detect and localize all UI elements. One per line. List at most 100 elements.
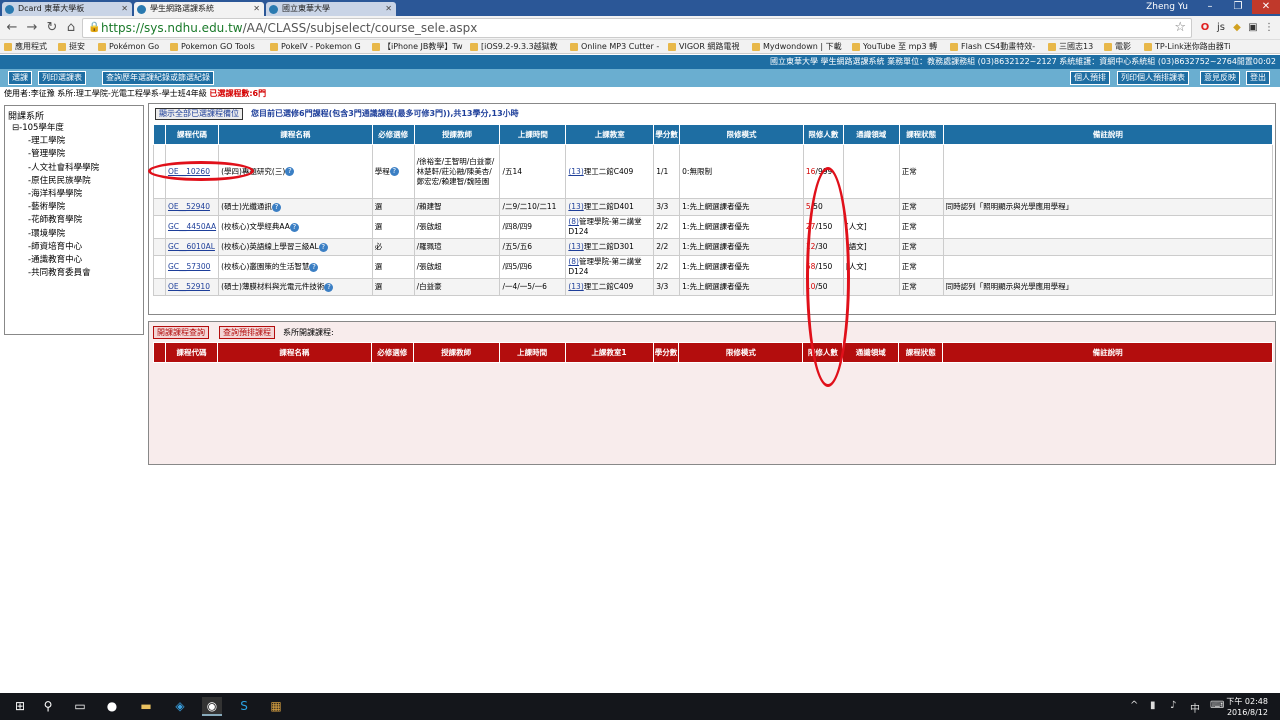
bookmark-item[interactable]: 【iPhone JB教學】Tw: [372, 41, 463, 53]
search-icon[interactable]: ⚲: [38, 697, 58, 716]
tab-ndhu[interactable]: 國立東華大學 ✕: [266, 2, 396, 16]
bookmark-item[interactable]: PokeIV - Pokemon G: [270, 41, 361, 53]
tree-item[interactable]: -師資培育中心: [8, 241, 140, 254]
bookmark-item[interactable]: YouTube 至 mp3 轉: [852, 41, 937, 53]
tree-root[interactable]: 開課系所: [8, 109, 140, 122]
course-code-link[interactable]: GC__4450AA: [168, 222, 216, 231]
opera-extension-icon[interactable]: O: [1198, 21, 1212, 35]
print-preschedule-button[interactable]: 列印個人預排課表: [1117, 71, 1189, 85]
bookmark-item[interactable]: Pokémon Go: [98, 41, 159, 53]
js-extension-icon[interactable]: js: [1214, 21, 1228, 35]
close-tab-icon[interactable]: ✕: [121, 2, 128, 16]
clock[interactable]: 下午 02:48 2016/8/12: [1226, 696, 1268, 718]
select-course-button[interactable]: 選課: [8, 71, 32, 85]
room-link[interactable]: (13): [568, 202, 583, 211]
bookmark-star-icon[interactable]: ☆: [1174, 20, 1186, 35]
tree-item[interactable]: -原住民民族學院: [8, 175, 140, 188]
info-icon[interactable]: ?: [389, 167, 399, 176]
bookmark-item[interactable]: Mydwondown | 下載: [752, 41, 842, 53]
back-icon[interactable]: ←: [4, 20, 20, 36]
game-icon[interactable]: ▦: [266, 697, 286, 716]
chrome-icon[interactable]: ◉: [202, 697, 222, 716]
tree-item[interactable]: -通識教育中心: [8, 254, 140, 267]
extension-icon[interactable]: ◆: [1230, 21, 1244, 35]
ime-icon[interactable]: 中: [1190, 700, 1200, 715]
bookmark-item[interactable]: VIGOR 網路電視: [668, 41, 739, 53]
course-code-link[interactable]: GC__57300: [168, 262, 210, 271]
bookmark-item[interactable]: 電影: [1104, 41, 1131, 53]
room-link[interactable]: (13): [568, 242, 583, 251]
info-icon[interactable]: ?: [271, 202, 281, 212]
feedback-button[interactable]: 意見反映: [1200, 71, 1240, 85]
info-icon[interactable]: ?: [285, 167, 295, 176]
bookmark-item[interactable]: TP-Link迷你路由器Ti: [1144, 41, 1231, 53]
logout-button[interactable]: 登出: [1246, 71, 1270, 85]
profile-name[interactable]: Zheng Yu: [1146, 2, 1188, 12]
dropbox-icon[interactable]: ◈: [170, 697, 190, 716]
url-field[interactable]: 🔒 https://sys.ndhu.edu.tw/AA/CLASS/subjs…: [82, 18, 1192, 38]
bookmark-item[interactable]: 應用程式: [4, 41, 47, 53]
tree-year[interactable]: ⊟-105學年度: [8, 122, 140, 135]
volume-icon[interactable]: ♪: [1170, 700, 1176, 711]
info-icon[interactable]: ?: [318, 242, 328, 252]
bookmark-item[interactable]: Online MP3 Cutter -: [570, 41, 659, 53]
tray-chevron-icon[interactable]: ^: [1130, 700, 1138, 711]
scissors-icon: [570, 43, 578, 51]
keyboard-icon[interactable]: ⌨: [1210, 700, 1224, 711]
menu-icon[interactable]: ⋮: [1262, 21, 1276, 35]
credit-cell: 2/2: [653, 215, 681, 239]
room-cell: (13)理工二館D301: [565, 238, 655, 256]
show-all-waitlist-button[interactable]: 顯示全部已選課程備位: [155, 108, 243, 120]
tab-dcard[interactable]: Dcard 東華大學板 ✕: [2, 2, 132, 16]
tree-item[interactable]: -藝術學院: [8, 201, 140, 214]
bookmark-item[interactable]: 三國志13: [1048, 41, 1093, 53]
close-tab-icon[interactable]: ✕: [253, 2, 260, 16]
tab-course-selection[interactable]: 學生網路選課系統 ✕: [134, 2, 264, 16]
info-icon[interactable]: ?: [324, 282, 334, 292]
bookmark-item[interactable]: Flash CS4動畫特效-: [950, 41, 1035, 53]
room-link[interactable]: (8): [568, 217, 579, 226]
history-records-button[interactable]: 查詢歷年選課紀錄或篩選紀錄: [102, 71, 214, 85]
tree-item[interactable]: -海洋科學學院: [8, 188, 140, 201]
browser-tab-strip: Dcard 東華大學板 ✕ 學生網路選課系統 ✕ 國立東華大學 ✕ Zheng …: [0, 0, 1280, 16]
tree-item[interactable]: -人文社會科學學院: [8, 162, 140, 175]
tree-item[interactable]: -管理學院: [8, 148, 140, 161]
bookmark-item[interactable]: [iOS9.2-9.3.3越獄教: [470, 41, 558, 53]
extension-icon[interactable]: ▣: [1246, 21, 1260, 35]
column-header: 課程狀態: [898, 124, 944, 145]
print-schedule-button[interactable]: 列印選課表: [38, 71, 86, 85]
course-code-link[interactable]: OE__52910: [168, 282, 210, 291]
skype-icon[interactable]: S: [234, 697, 254, 716]
room-link[interactable]: (13): [568, 167, 583, 176]
tree-item[interactable]: -花師教育學院: [8, 214, 140, 227]
preschedule-search-button[interactable]: 查詢預排課程: [219, 326, 275, 339]
bookmark-item[interactable]: Pokemon GO Tools: [170, 41, 255, 53]
steam-icon[interactable]: ●: [102, 697, 122, 716]
forward-icon[interactable]: →: [24, 20, 40, 36]
info-icon[interactable]: ?: [289, 222, 299, 232]
bookmark-item[interactable]: 挺安: [58, 41, 85, 53]
tree-item[interactable]: -共同教育委員會: [8, 267, 140, 280]
file-explorer-icon[interactable]: ▬: [136, 697, 156, 716]
info-icon[interactable]: ?: [309, 262, 319, 272]
room-link[interactable]: (13): [568, 282, 583, 291]
personal-preschedule-button[interactable]: 個人預排: [1070, 71, 1110, 85]
minimize-icon[interactable]: –: [1196, 0, 1224, 14]
download-icon: [752, 43, 760, 51]
offered-course-search-button[interactable]: 開課課程查詢: [153, 326, 209, 339]
tree-item[interactable]: -理工學院: [8, 135, 140, 148]
column-header: 通識領域: [842, 342, 900, 363]
network-icon[interactable]: ▮: [1150, 700, 1156, 711]
restore-icon[interactable]: ❐: [1224, 0, 1252, 14]
close-window-icon[interactable]: ✕: [1252, 0, 1280, 14]
tree-item[interactable]: -環境學院: [8, 228, 140, 241]
windows-start-icon[interactable]: ⊞: [10, 697, 30, 716]
course-code-link[interactable]: OE__52940: [168, 202, 210, 211]
reload-icon[interactable]: ↻: [44, 20, 60, 36]
home-icon[interactable]: ⌂: [63, 20, 79, 36]
task-view-icon[interactable]: ▭: [70, 697, 90, 716]
room-name: 理工二館C409: [583, 282, 634, 291]
room-link[interactable]: (8): [568, 257, 579, 266]
close-tab-icon[interactable]: ✕: [385, 2, 392, 16]
course-code-link[interactable]: GC__6010AL: [168, 242, 215, 251]
